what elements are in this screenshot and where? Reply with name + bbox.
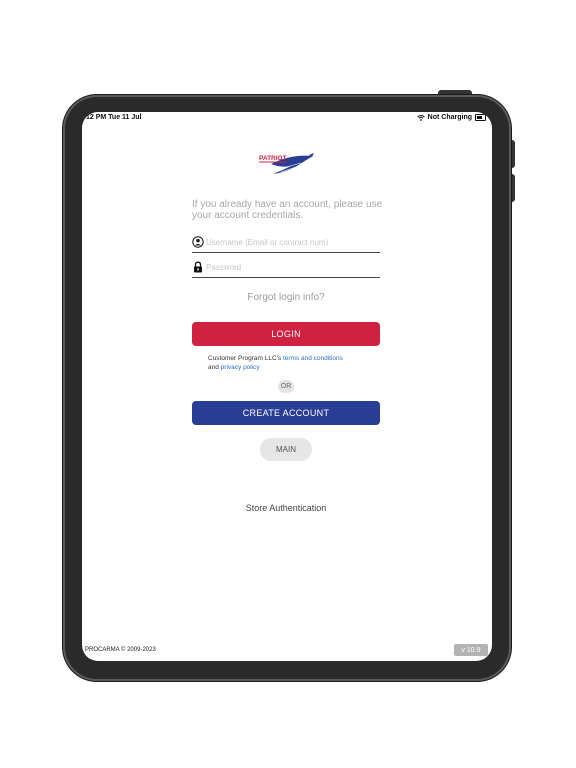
charging-status: Not Charging bbox=[427, 114, 472, 121]
status-time-date: 12 PM Tue 11 Jul bbox=[86, 114, 142, 121]
or-divider: OR bbox=[278, 380, 294, 393]
forgot-login-link[interactable]: Forgot login info? bbox=[192, 292, 380, 303]
password-field[interactable]: Password bbox=[192, 259, 380, 278]
intro-text: If you already have an account, please u… bbox=[192, 199, 383, 221]
terms-link[interactable]: terms and conditions bbox=[283, 355, 343, 362]
login-button[interactable]: LOGIN bbox=[192, 322, 380, 346]
terms-prefix: Customer Program LLC's bbox=[208, 355, 282, 362]
app-screen: 12 PM Tue 11 Jul Not Charging PATRIOT If… bbox=[82, 112, 492, 661]
status-bar: 12 PM Tue 11 Jul Not Charging bbox=[82, 112, 492, 124]
copyright-text: PROCARMA © 2009-2023 bbox=[85, 647, 156, 653]
version-badge: v 10.9 bbox=[454, 644, 488, 656]
create-account-button[interactable]: CREATE ACCOUNT bbox=[192, 401, 380, 425]
logo-text: PATRIOT bbox=[259, 155, 287, 162]
username-field[interactable]: Username (Email or contract num) bbox=[192, 234, 380, 253]
wifi-icon bbox=[416, 114, 425, 121]
patriot-logo: PATRIOT bbox=[259, 153, 314, 174]
privacy-link[interactable]: privacy policy bbox=[221, 364, 260, 371]
terms-text: Customer Program LLC's terms and conditi… bbox=[208, 355, 378, 372]
lock-icon bbox=[194, 261, 202, 273]
password-placeholder: Password bbox=[206, 263, 242, 272]
username-placeholder: Username (Email or contract num) bbox=[206, 238, 329, 247]
battery-icon bbox=[475, 114, 486, 121]
main-button[interactable]: MAIN bbox=[260, 438, 312, 461]
terms-and: and bbox=[208, 363, 219, 371]
user-circle-icon bbox=[192, 236, 204, 248]
store-authentication-link[interactable]: Store Authentication bbox=[192, 503, 380, 513]
status-right: Not Charging bbox=[416, 114, 486, 121]
